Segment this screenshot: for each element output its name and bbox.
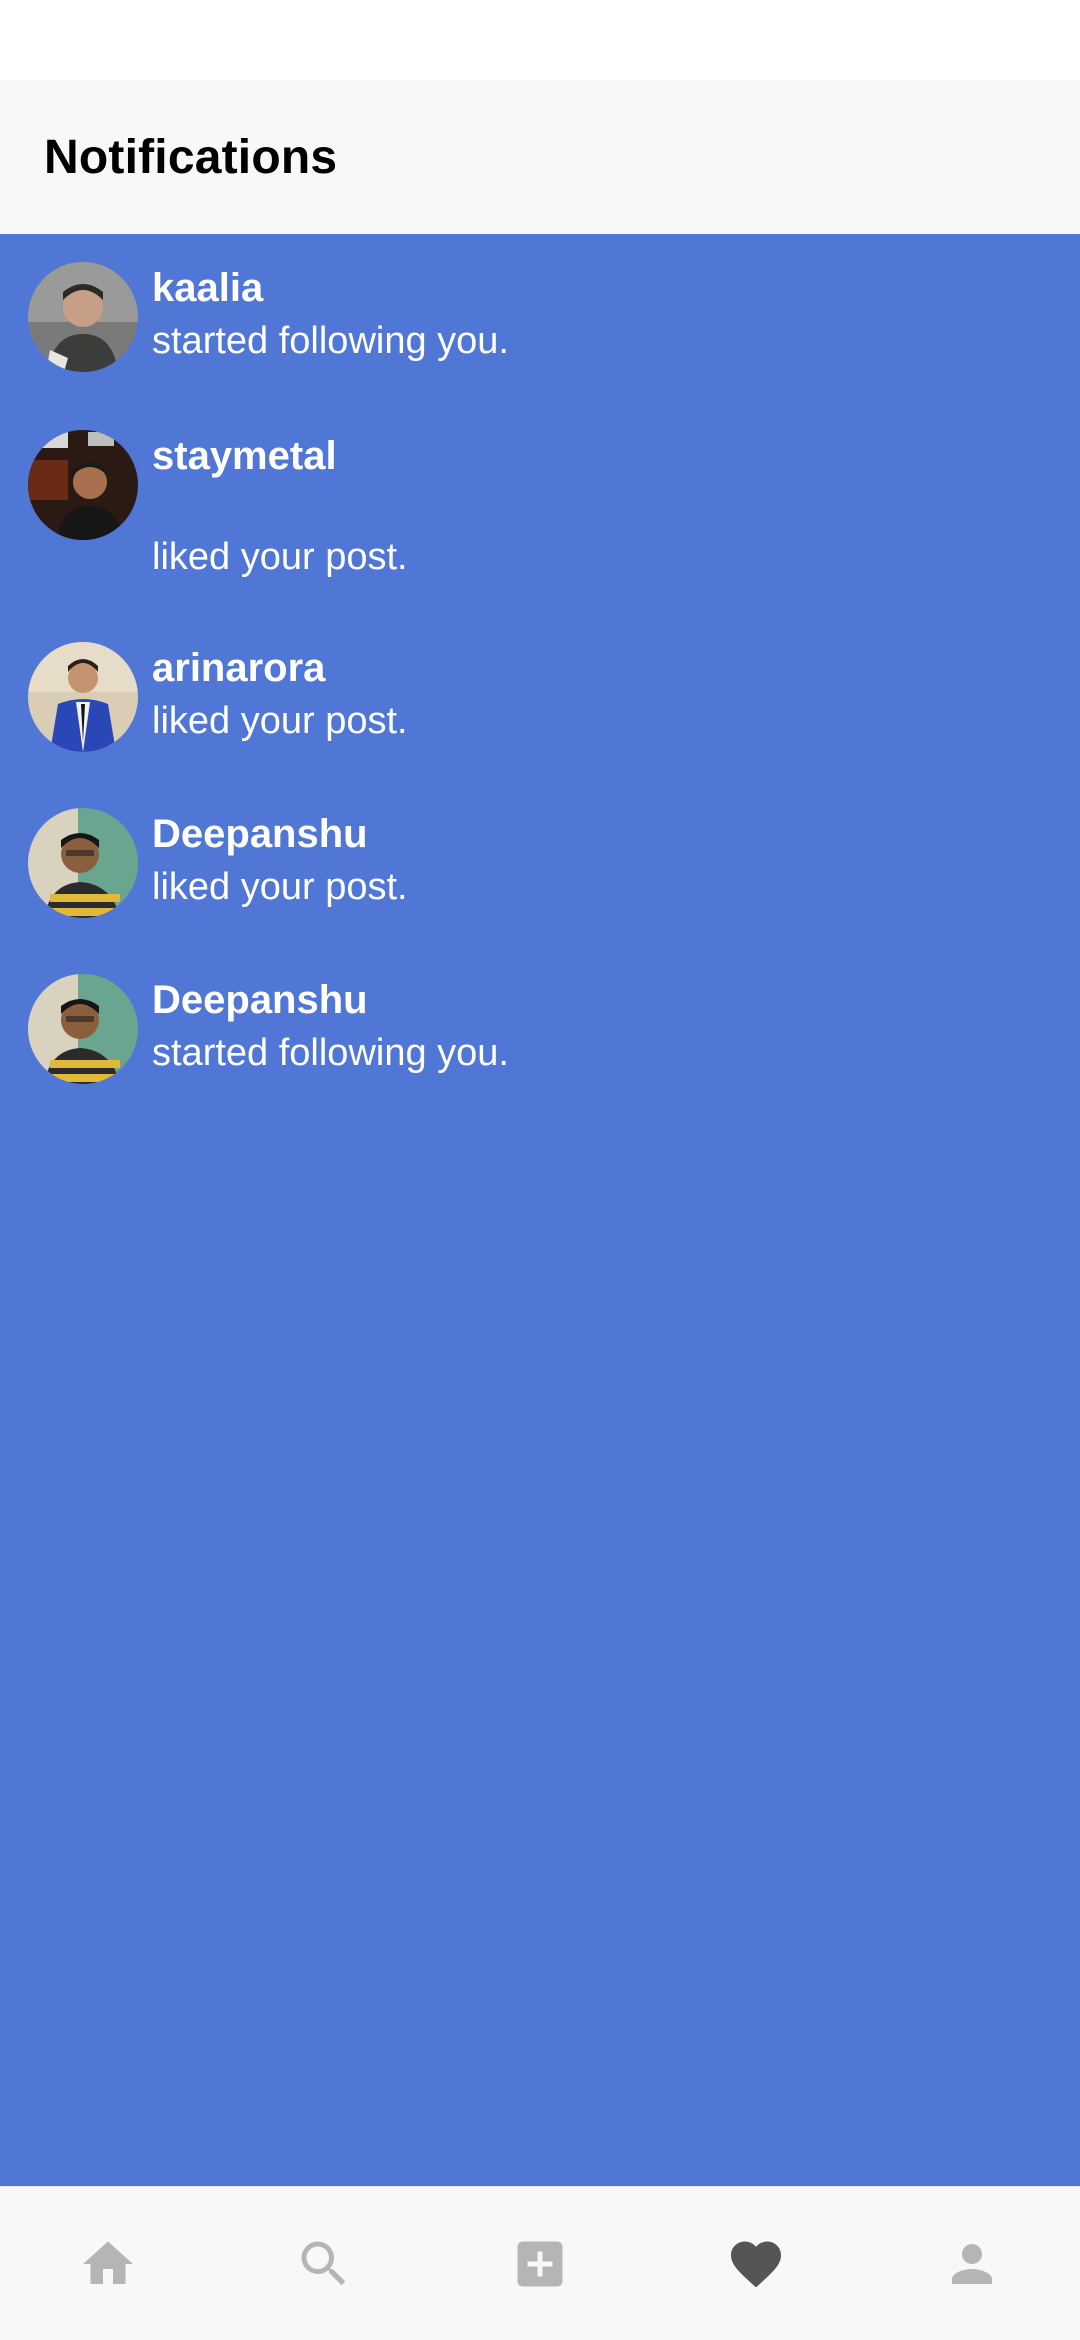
- avatar[interactable]: [28, 808, 138, 918]
- nav-activity-button[interactable]: [696, 2204, 816, 2324]
- notification-text: liked your post.: [152, 866, 408, 908]
- avatar[interactable]: [28, 262, 138, 372]
- add-box-icon: [517, 2241, 563, 2286]
- avatar[interactable]: [28, 642, 138, 752]
- username[interactable]: staymetal: [152, 434, 337, 479]
- page-title: Notifications: [44, 130, 338, 184]
- notification-text: liked your post.: [152, 536, 408, 578]
- person-icon: [952, 2243, 992, 2284]
- notification-item[interactable]: Deepanshu liked your post.: [0, 808, 1080, 948]
- home-icon: [83, 2241, 133, 2284]
- bottom-navigation: [0, 2186, 1080, 2340]
- notification-item[interactable]: staymetal liked your post.: [0, 430, 1080, 620]
- notification-text: started following you.: [152, 320, 509, 362]
- status-bar: [0, 0, 1080, 80]
- notification-item[interactable]: arinarora liked your post.: [0, 642, 1080, 782]
- username[interactable]: kaalia: [152, 266, 263, 311]
- username[interactable]: Deepanshu: [152, 812, 368, 857]
- notification-text: started following you.: [152, 1032, 509, 1074]
- app-header: Notifications: [0, 80, 1080, 234]
- nav-profile-button[interactable]: [912, 2204, 1032, 2324]
- notification-text: liked your post.: [152, 700, 408, 742]
- notifications-list: kaalia started following you. staymetal …: [0, 234, 1080, 2186]
- search-icon: [301, 2241, 346, 2285]
- nav-add-post-button[interactable]: [480, 2204, 600, 2324]
- avatar[interactable]: [28, 430, 138, 540]
- heart-icon: [731, 2241, 781, 2287]
- avatar[interactable]: [28, 974, 138, 1084]
- notification-item[interactable]: kaalia started following you.: [0, 262, 1080, 402]
- nav-home-button[interactable]: [48, 2204, 168, 2324]
- notification-item[interactable]: Deepanshu started following you.: [0, 974, 1080, 1114]
- username[interactable]: arinarora: [152, 646, 325, 691]
- username[interactable]: Deepanshu: [152, 978, 368, 1023]
- nav-search-button[interactable]: [264, 2204, 384, 2324]
